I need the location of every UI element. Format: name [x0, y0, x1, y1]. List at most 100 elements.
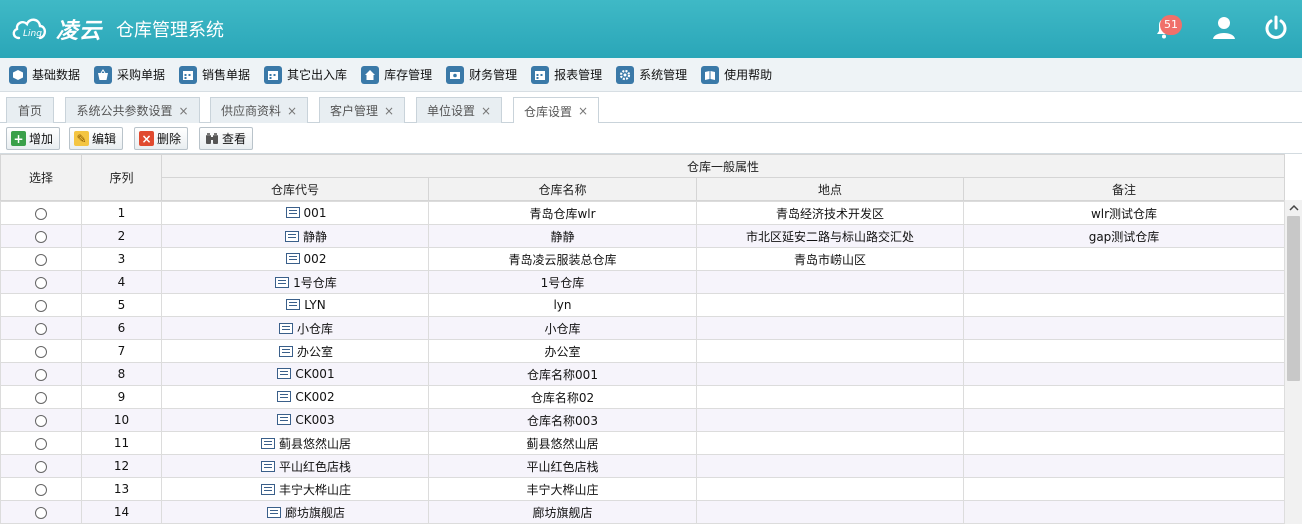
row-radio[interactable]: [35, 483, 47, 496]
location-cell: [696, 316, 964, 340]
code-cell: 办公室: [161, 339, 429, 363]
menu-system[interactable]: 系统管理: [616, 65, 687, 84]
seq-cell: 10: [81, 408, 162, 432]
menu-finance[interactable]: 财务管理: [446, 65, 518, 84]
row-radio[interactable]: [35, 391, 47, 404]
menu-inventory[interactable]: 库存管理: [361, 65, 432, 84]
name-cell: 仓库名称02: [428, 385, 697, 409]
table-row[interactable]: 14 廊坊旗舰店 廊坊旗舰店: [0, 500, 1285, 524]
power-icon[interactable]: [1262, 14, 1290, 42]
table-row[interactable]: 11 蓟县悠然山居 蓟县悠然山居: [0, 431, 1285, 455]
row-radio[interactable]: [35, 368, 47, 381]
notification-badge: 51: [1160, 15, 1182, 35]
code-cell: CK003: [161, 408, 429, 432]
table-row[interactable]: 12 平山红色店栈 平山红色店栈: [0, 454, 1285, 478]
table-row[interactable]: 8 CK001 仓库名称001: [0, 362, 1285, 386]
row-radio[interactable]: [35, 460, 47, 473]
select-cell: [0, 339, 82, 363]
cube-icon: [9, 65, 27, 84]
table-row[interactable]: 6 小仓库 小仓库: [0, 316, 1285, 340]
edit-button[interactable]: ✎ 编辑: [69, 127, 124, 150]
close-icon[interactable]: ×: [481, 104, 491, 118]
menu-reports[interactable]: 报表管理: [531, 65, 602, 84]
row-radio[interactable]: [35, 207, 47, 220]
row-radio[interactable]: [35, 276, 47, 289]
brand-name: 凌云: [56, 18, 103, 44]
table-row[interactable]: 2 静静 静静 市北区延安二路与标山路交汇处 gap测试仓库: [0, 224, 1285, 248]
code-text: 丰宁大桦山庄: [278, 482, 351, 497]
menu-label: 其它出入库: [287, 68, 348, 82]
row-radio[interactable]: [35, 506, 47, 519]
row-radio[interactable]: [35, 253, 47, 266]
seq-cell: 11: [81, 431, 162, 455]
table-row[interactable]: 1 001 青岛仓库wlr 青岛经济技术开发区 wlr测试仓库: [0, 201, 1285, 225]
table-row[interactable]: 9 CK002 仓库名称02: [0, 385, 1285, 409]
name-cell: lyn: [428, 293, 697, 317]
home-icon: [361, 65, 380, 84]
table-row[interactable]: 13 丰宁大桦山庄 丰宁大桦山庄: [0, 477, 1285, 501]
location-cell: [696, 385, 964, 409]
select-cell: [0, 293, 82, 317]
row-radio[interactable]: [35, 414, 47, 427]
code-cell: 1号仓库: [161, 270, 429, 294]
tab-label: 单位设置: [426, 104, 475, 118]
code-cell: 小仓库: [161, 316, 429, 340]
remark-cell: [963, 431, 1285, 455]
tab-label: 系统公共参数设置: [76, 104, 173, 118]
menu-sales-docs[interactable]: 销售单据: [179, 65, 250, 84]
close-icon[interactable]: ×: [578, 104, 588, 118]
row-radio[interactable]: [35, 299, 47, 312]
table-row[interactable]: 7 办公室 办公室: [0, 339, 1285, 363]
col-remark[interactable]: 备注: [962, 177, 1286, 201]
code-cell: 001: [161, 201, 429, 225]
delete-button[interactable]: × 删除: [134, 127, 189, 150]
row-radio[interactable]: [35, 322, 47, 335]
tab-warehouse-settings[interactable]: 仓库设置 ×: [513, 97, 599, 124]
main-menu: 基础数据 采购单据 销售单据 其它出入库 库存管理 财务管理 报表管理 系统管理: [0, 58, 1302, 92]
select-cell: [0, 385, 82, 409]
record-icon: [275, 276, 290, 288]
location-cell: [696, 270, 964, 294]
col-seq: 序列: [81, 154, 162, 201]
menu-other-inout[interactable]: 其它出入库: [264, 65, 348, 84]
tab-bar: 首页 系统公共参数设置 × 供应商资料 × 客户管理 × 单位设置 × 仓库设置…: [0, 92, 1302, 124]
add-button[interactable]: + 增加: [6, 127, 61, 150]
scroll-up-arrow-icon[interactable]: [1288, 202, 1300, 214]
menu-label: 财务管理: [469, 68, 518, 82]
col-name[interactable]: 仓库名称: [428, 177, 697, 201]
menu-purchase-docs[interactable]: 采购单据: [94, 65, 165, 84]
code-text: 静静: [302, 229, 327, 244]
location-cell: [696, 477, 964, 501]
record-icon: [266, 506, 281, 518]
tab-system-params[interactable]: 系统公共参数设置 ×: [65, 97, 200, 123]
table-row[interactable]: 5 LYN lyn: [0, 293, 1285, 317]
record-icon: [285, 253, 300, 264]
user-icon[interactable]: [1210, 14, 1238, 42]
tab-units[interactable]: 单位设置 ×: [416, 97, 502, 123]
menu-basic-data[interactable]: 基础数据: [9, 65, 80, 84]
view-button[interactable]: 查看: [199, 127, 254, 150]
vertical-scrollbar[interactable]: [1284, 200, 1302, 524]
code-text: 办公室: [296, 344, 333, 359]
row-radio[interactable]: [35, 230, 47, 243]
row-radio[interactable]: [35, 345, 47, 358]
close-icon[interactable]: ×: [384, 104, 394, 118]
code-cell: 廊坊旗舰店: [161, 500, 429, 524]
close-icon[interactable]: ×: [178, 104, 188, 118]
row-radio[interactable]: [35, 437, 47, 450]
table-row[interactable]: 3 002 青岛凌云服装总仓库 青岛市崂山区: [0, 247, 1285, 271]
tab-customers[interactable]: 客户管理 ×: [319, 97, 405, 123]
col-location[interactable]: 地点: [696, 177, 964, 201]
table-row[interactable]: 4 1号仓库 1号仓库: [0, 270, 1285, 294]
close-icon[interactable]: ×: [287, 104, 297, 118]
scroll-thumb[interactable]: [1287, 216, 1300, 381]
tab-suppliers[interactable]: 供应商资料 ×: [210, 97, 308, 123]
col-code[interactable]: 仓库代号: [161, 177, 429, 201]
binoculars-icon: [204, 131, 219, 146]
money-icon: [446, 65, 465, 84]
menu-help[interactable]: 使用帮助: [701, 65, 772, 84]
tab-home[interactable]: 首页: [6, 97, 54, 123]
select-cell: [0, 224, 82, 248]
table-row[interactable]: 10 CK003 仓库名称003: [0, 408, 1285, 432]
name-cell: 廊坊旗舰店: [428, 500, 697, 524]
